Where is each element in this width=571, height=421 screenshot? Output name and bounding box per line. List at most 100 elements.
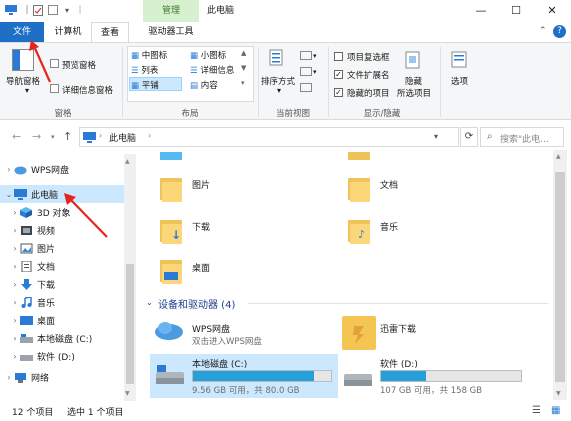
breadcrumb-separator[interactable]: › bbox=[148, 131, 151, 140]
nav-item-3d-objects[interactable]: › 3D 对象 bbox=[10, 203, 71, 221]
layout-content[interactable]: ▤ 内容 bbox=[190, 79, 218, 91]
search-box[interactable]: ⌕ 搜索"此电… bbox=[480, 127, 564, 147]
properties-icon[interactable] bbox=[32, 4, 44, 16]
gallery-scroll-down-icon[interactable]: ▼ bbox=[241, 64, 246, 72]
3d-objects-icon[interactable] bbox=[160, 152, 182, 160]
nav-item-d-drive[interactable]: › 软件 (D:) bbox=[10, 347, 74, 365]
chevron-right-icon[interactable]: › bbox=[10, 352, 20, 361]
hide-selected-button[interactable]: 隐藏 bbox=[405, 75, 422, 87]
nav-item-c-drive[interactable]: › 本地磁盘 (C:) bbox=[10, 329, 92, 347]
tab-file[interactable]: 文件 bbox=[0, 22, 44, 42]
options-icon[interactable] bbox=[451, 51, 469, 72]
nav-item-wps[interactable]: › WPS网盘 bbox=[4, 160, 69, 178]
address-bar[interactable]: › 此电脑 › ▾ bbox=[79, 127, 459, 147]
folder-icon[interactable] bbox=[348, 174, 370, 202]
folder-icon[interactable] bbox=[160, 174, 182, 202]
folder-documents[interactable]: 文档 bbox=[380, 178, 398, 191]
chevron-right-icon[interactable]: › bbox=[10, 334, 20, 343]
chevron-right-icon[interactable]: › bbox=[10, 262, 20, 271]
device-c-drive-name[interactable]: 本地磁盘 (C:) bbox=[192, 357, 247, 370]
file-extensions-checkbox[interactable]: ✓ bbox=[334, 70, 343, 79]
nav-item-documents[interactable]: › 文档 bbox=[10, 257, 55, 275]
layout-tiles[interactable]: ▦ 平铺 bbox=[131, 79, 159, 91]
details-view-icon[interactable]: ☰ bbox=[532, 405, 541, 416]
breadcrumb[interactable]: 此电脑 bbox=[109, 131, 136, 144]
context-tab-manage[interactable]: 管理 bbox=[143, 0, 199, 22]
forward-arrow-icon[interactable]: → bbox=[32, 130, 41, 143]
layout-list[interactable]: ☰ 列表 bbox=[131, 64, 158, 76]
hide-selected-button-line2[interactable]: 所选项目 bbox=[397, 87, 431, 99]
large-icons-view-icon[interactable]: ▦ bbox=[551, 405, 560, 416]
help-icon[interactable]: ? bbox=[553, 25, 566, 38]
chevron-down-icon[interactable]: ▾ bbox=[313, 52, 317, 60]
sort-icon[interactable] bbox=[268, 49, 288, 74]
scroll-down-icon[interactable]: ▼ bbox=[556, 390, 561, 397]
chevron-down-icon[interactable]: ▾ bbox=[25, 86, 29, 95]
device-wps-name[interactable]: WPS网盘 bbox=[192, 322, 230, 335]
new-folder-icon[interactable] bbox=[47, 4, 59, 16]
chevron-right-icon[interactable]: › bbox=[10, 280, 20, 289]
gallery-expand-icon[interactable]: ▾ bbox=[241, 79, 245, 87]
nav-scroll-thumb[interactable] bbox=[126, 264, 134, 384]
minimize-button[interactable]: — bbox=[464, 0, 498, 22]
device-xunlei-name[interactable]: 迅雷下载 bbox=[380, 322, 416, 335]
content-scrollbar[interactable]: ▲ ▼ bbox=[553, 150, 567, 400]
section-header-devices[interactable]: 设备和驱动器 (4) bbox=[158, 296, 235, 311]
layout-details[interactable]: ☰ 详细信息 bbox=[190, 64, 234, 76]
close-button[interactable]: ✕ bbox=[535, 0, 569, 22]
up-arrow-icon[interactable]: ↑ bbox=[63, 130, 72, 143]
xunlei-folder-icon[interactable] bbox=[342, 316, 376, 350]
hard-drive-icon[interactable] bbox=[342, 370, 374, 391]
chevron-down-icon[interactable]: ▾ bbox=[277, 86, 281, 95]
scroll-up-icon[interactable]: ▲ bbox=[556, 153, 561, 160]
nav-item-downloads[interactable]: › 下载 bbox=[10, 275, 55, 293]
back-arrow-icon[interactable]: ← bbox=[12, 130, 21, 143]
chevron-right-icon[interactable]: › bbox=[4, 373, 14, 382]
address-dropdown-icon[interactable]: ▾ bbox=[434, 132, 438, 141]
maximize-button[interactable]: ☐ bbox=[499, 0, 533, 22]
folder-pictures[interactable]: 图片 bbox=[192, 178, 210, 191]
tab-drive-tools[interactable]: 驱动器工具 bbox=[140, 22, 202, 42]
breadcrumb-separator[interactable]: › bbox=[99, 131, 102, 140]
hidden-items-checkbox[interactable]: ✓ bbox=[334, 88, 343, 97]
search-input[interactable]: 搜索"此电… bbox=[500, 132, 549, 145]
chevron-right-icon[interactable]: › bbox=[10, 244, 20, 253]
folder-downloads[interactable]: 下载 bbox=[192, 220, 210, 233]
chevron-right-icon[interactable]: › bbox=[10, 298, 20, 307]
nav-item-network[interactable]: › 网络 bbox=[4, 368, 49, 386]
chevron-right-icon[interactable]: › bbox=[10, 208, 20, 217]
scroll-up-icon[interactable]: ▲ bbox=[125, 158, 130, 165]
nav-item-desktop[interactable]: › 桌面 bbox=[10, 311, 55, 329]
folder-music[interactable]: 音乐 bbox=[380, 220, 398, 233]
hide-selected-icon[interactable] bbox=[404, 51, 424, 74]
computer-icon[interactable] bbox=[5, 4, 17, 16]
nav-scrollbar[interactable]: ▲ ▼ bbox=[124, 154, 136, 401]
nav-item-pictures[interactable]: › 图片 bbox=[10, 239, 55, 257]
details-pane-button[interactable]: 详细信息窗格 bbox=[62, 84, 113, 96]
folder-desktop[interactable]: 桌面 bbox=[192, 261, 210, 274]
nav-pane-button[interactable]: 导航窗格 bbox=[6, 75, 40, 87]
nav-item-videos[interactable]: › 视频 bbox=[10, 221, 55, 239]
preview-pane-button[interactable]: 预览窗格 bbox=[62, 59, 96, 71]
content-scroll-thumb[interactable] bbox=[555, 172, 565, 382]
device-d-drive-name[interactable]: 软件 (D:) bbox=[380, 357, 418, 370]
scroll-down-icon[interactable]: ▼ bbox=[125, 390, 130, 397]
chevron-down-icon[interactable]: ⌄ bbox=[146, 298, 153, 307]
item-checkboxes-checkbox[interactable] bbox=[334, 52, 343, 61]
navigation-pane-icon[interactable] bbox=[12, 49, 34, 74]
nav-item-music[interactable]: › 音乐 bbox=[10, 293, 55, 311]
tab-computer[interactable]: 计算机 bbox=[46, 22, 90, 42]
refresh-icon[interactable]: ⟳ bbox=[460, 127, 478, 147]
chevron-right-icon[interactable]: › bbox=[10, 316, 20, 325]
add-columns-icon[interactable] bbox=[300, 67, 312, 76]
tab-view[interactable]: 查看 bbox=[91, 22, 129, 42]
layout-small-icons[interactable]: ▦ 小图标 bbox=[190, 49, 226, 61]
options-button[interactable]: 选项 bbox=[451, 75, 468, 87]
hard-drive-icon[interactable] bbox=[154, 364, 186, 389]
customize-toolbar-icon[interactable]: ▾ bbox=[61, 4, 73, 16]
chevron-down-icon[interactable]: ▾ bbox=[313, 68, 317, 76]
chevron-right-icon[interactable]: › bbox=[10, 226, 20, 235]
recent-locations-icon[interactable]: ▾ bbox=[51, 133, 55, 141]
layout-medium-icons[interactable]: ▦ 中图标 bbox=[131, 49, 167, 61]
cloud-icon[interactable] bbox=[154, 320, 184, 343]
